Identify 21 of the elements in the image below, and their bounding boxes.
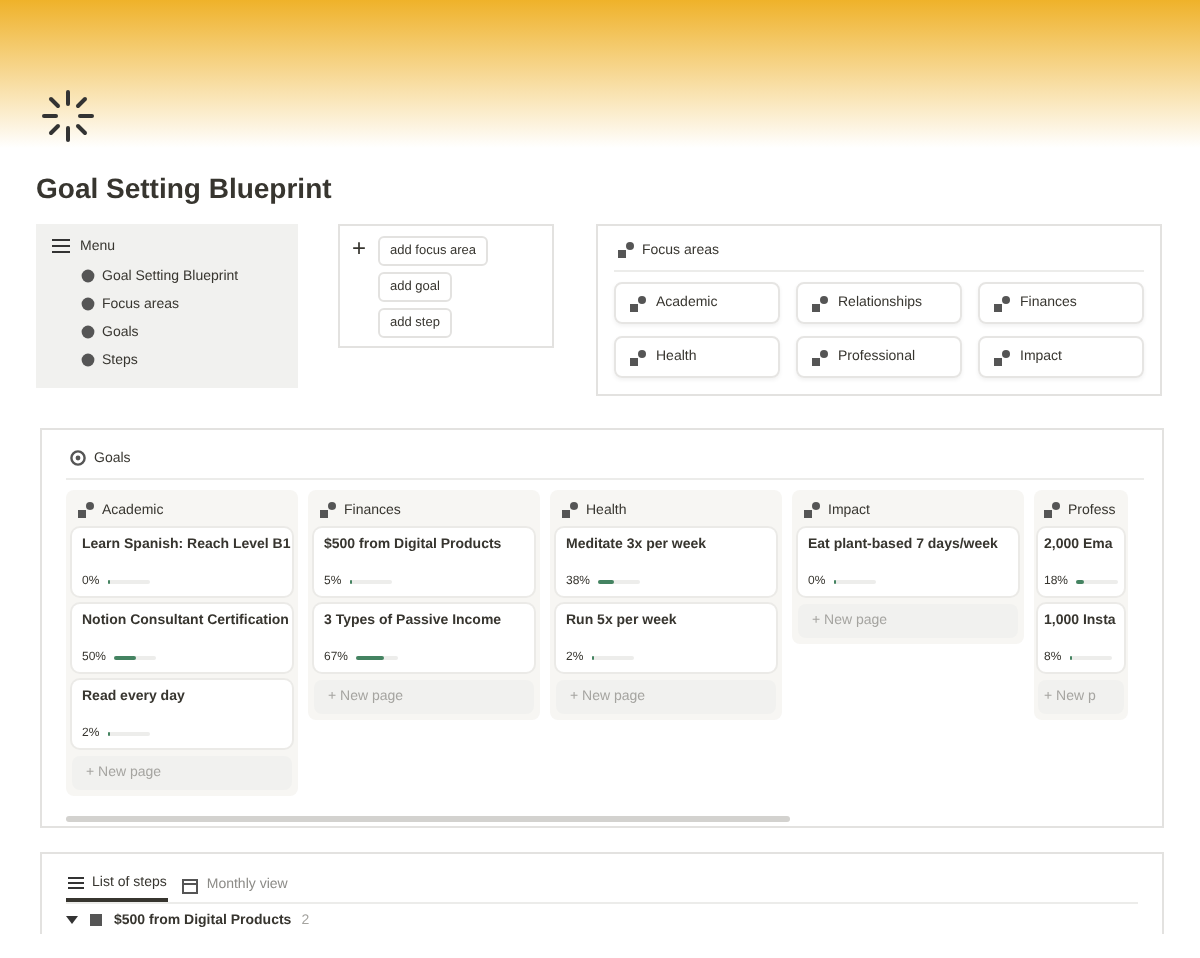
sunburst-icon: [40, 88, 96, 144]
menu-icon: [52, 238, 70, 254]
shapes-icon: [630, 295, 646, 311]
shapes-icon: [78, 502, 94, 518]
shapes-icon: [994, 349, 1010, 365]
shapes-icon: [630, 349, 646, 365]
list-icon: [68, 876, 84, 890]
page-title: Goal Setting Blueprint: [36, 172, 334, 204]
shapes-icon: [804, 502, 820, 518]
shapes-icon: [320, 502, 336, 518]
target-icon: [70, 450, 86, 466]
plus-sign: +: [352, 236, 367, 266]
shapes-icon: [618, 242, 634, 258]
horizontal-scrollbar[interactable]: [66, 816, 790, 822]
shapes-icon: [994, 295, 1010, 311]
shapes-icon: [812, 295, 828, 311]
shapes-icon: [562, 502, 578, 518]
shapes-icon: [812, 349, 828, 365]
shapes-icon: [1044, 502, 1060, 518]
toggle-caret-icon[interactable]: [66, 916, 78, 924]
calendar-icon: [182, 877, 199, 893]
